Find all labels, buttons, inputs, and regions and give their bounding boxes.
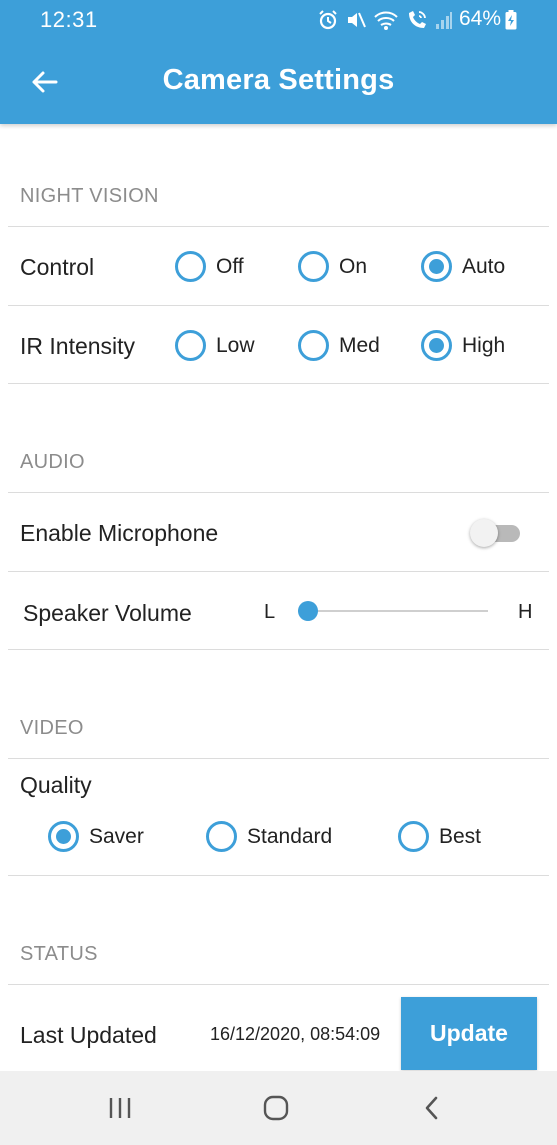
- status-icons: [317, 7, 453, 33]
- enable-microphone-label: Enable Microphone: [20, 520, 219, 546]
- divider: [8, 492, 549, 493]
- system-nav-bar: [0, 1071, 557, 1145]
- radio-label: Med: [339, 333, 380, 357]
- radio-circle: [298, 251, 329, 282]
- control-radio-auto[interactable]: Auto: [421, 251, 505, 282]
- quality-radio-best[interactable]: Best: [398, 821, 481, 852]
- speaker-volume-label: Speaker Volume: [23, 600, 192, 626]
- microphone-toggle[interactable]: [470, 519, 522, 547]
- section-header-status: STATUS: [20, 943, 98, 965]
- battery-charging-icon: [505, 10, 517, 30]
- mute-icon: [348, 12, 366, 28]
- radio-circle-checked: [421, 330, 452, 361]
- divider: [8, 226, 549, 227]
- ir-intensity-label: IR Intensity: [20, 333, 136, 359]
- radio-label: Off: [216, 254, 244, 278]
- radio-label: Best: [439, 824, 482, 848]
- divider: [8, 649, 549, 650]
- quality-label: Quality: [20, 772, 92, 798]
- status-bar: 12:31 64%: [0, 0, 557, 40]
- alarm-icon: [319, 10, 337, 30]
- status-time: 12:31: [40, 7, 98, 32]
- divider: [8, 571, 549, 572]
- app-bar: 12:31 64% Camera Settings: [0, 0, 557, 124]
- recent-apps-icon: [109, 1098, 131, 1118]
- wifi-calling-icon: [409, 11, 426, 28]
- section-header-video: VIDEO: [20, 717, 84, 739]
- system-back-button[interactable]: [412, 1093, 452, 1123]
- radio-circle: [206, 821, 237, 852]
- back-icon: [425, 1096, 438, 1120]
- radio-label: Auto: [462, 254, 506, 278]
- divider: [8, 758, 549, 759]
- ir-radio-high[interactable]: High: [421, 330, 505, 361]
- radio-label: On: [339, 254, 368, 278]
- last-updated-label: Last Updated: [20, 1022, 157, 1048]
- ir-radio-med[interactable]: Med: [298, 330, 380, 361]
- speaker-volume-slider[interactable]: [297, 598, 488, 624]
- quality-radio-saver[interactable]: Saver: [48, 821, 144, 852]
- volume-max-label: H: [518, 601, 533, 623]
- radio-label: Saver: [89, 824, 144, 848]
- wifi-icon: [374, 11, 398, 30]
- radio-label: High: [462, 333, 506, 357]
- radio-label: Low: [216, 333, 255, 357]
- recent-apps-button[interactable]: [100, 1093, 140, 1123]
- slider-track: [298, 610, 488, 612]
- control-radio-off[interactable]: Off: [175, 251, 244, 282]
- last-updated-value: 16/12/2020, 08:54:09: [210, 1024, 381, 1044]
- radio-circle-checked: [421, 251, 452, 282]
- radio-label: Standard: [247, 824, 333, 848]
- section-header-night-vision: NIGHT VISION: [20, 185, 159, 207]
- volume-min-label: L: [264, 601, 276, 623]
- battery-percent: 64%: [458, 7, 501, 30]
- section-header-audio: AUDIO: [20, 451, 85, 473]
- page-title: Camera Settings: [162, 64, 395, 96]
- toggle-thumb: [470, 519, 498, 547]
- slider-thumb[interactable]: [297, 601, 318, 621]
- radio-circle: [175, 330, 206, 361]
- radio-circle: [175, 251, 206, 282]
- home-button[interactable]: [256, 1093, 296, 1123]
- divider: [8, 875, 549, 876]
- ir-radio-low[interactable]: Low: [175, 330, 255, 361]
- control-label: Control: [20, 254, 95, 280]
- signal-icon: [436, 12, 452, 29]
- divider: [8, 984, 549, 985]
- quality-radio-standard[interactable]: Standard: [206, 821, 332, 852]
- control-radio-on[interactable]: On: [298, 251, 367, 282]
- divider: [8, 383, 549, 384]
- divider: [8, 305, 549, 306]
- radio-circle-checked: [48, 821, 79, 852]
- update-button[interactable]: Update: [401, 997, 537, 1070]
- home-icon: [263, 1095, 289, 1121]
- radio-circle: [298, 330, 329, 361]
- radio-circle: [398, 821, 429, 852]
